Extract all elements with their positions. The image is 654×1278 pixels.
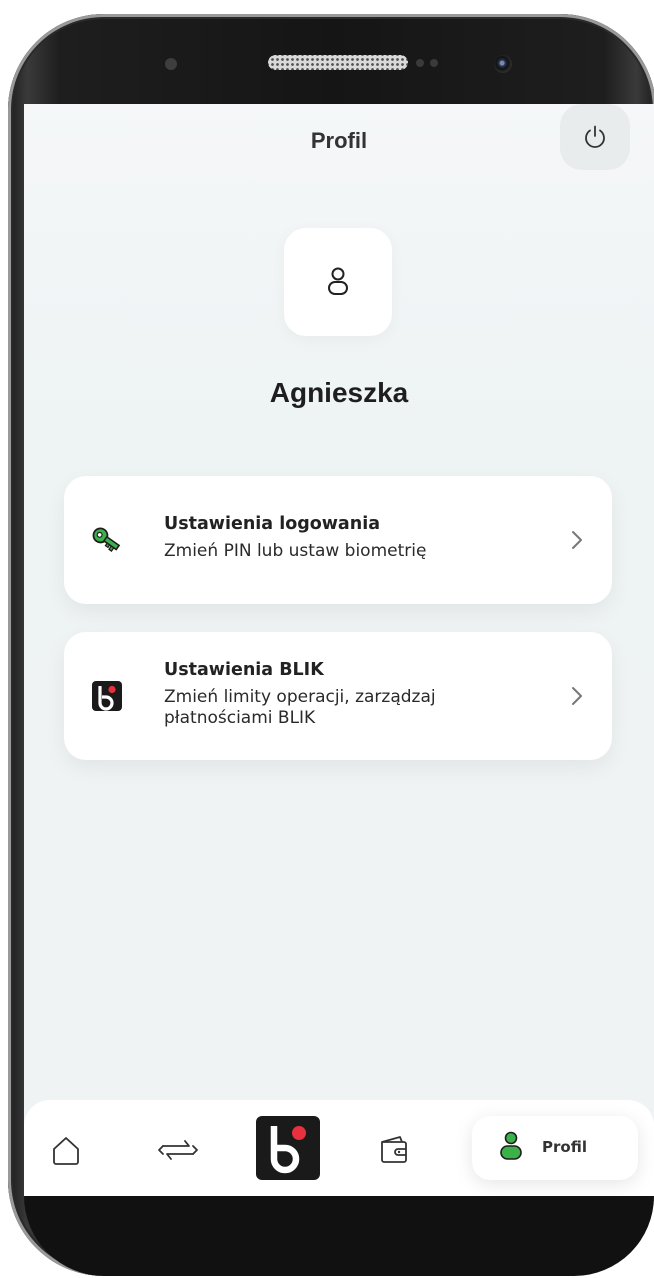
phone-bottom-bezel [24,1196,654,1276]
wallet-icon [381,1136,407,1163]
earpiece-speaker [268,55,408,70]
nav-profile-label: Profil [542,1138,587,1156]
blik-settings-card[interactable]: Ustawienia BLIK Zmień limity operacji, z… [64,632,612,760]
nav-wallet[interactable] [374,1130,414,1170]
login-settings-title: Ustawienia logowania [164,514,381,534]
blik-settings-title: Ustawienia BLIK [164,660,324,680]
avatar [284,228,392,336]
blik-icon [256,1116,320,1180]
logout-button[interactable] [560,104,630,170]
user-icon [328,267,348,295]
blik-logo-icon [92,681,122,711]
power-icon [585,125,605,148]
nav-home[interactable] [46,1130,86,1170]
chevron-right-icon [572,531,582,549]
user-name: Agnieszka [269,377,409,408]
chevron-right-icon [572,687,582,705]
transfer-icon [158,1140,198,1160]
sensor-dots [416,59,442,67]
login-settings-card[interactable]: Ustawienia logowania Zmień PIN lub ustaw… [64,476,612,604]
app-screen: Profil Agnieszka Ustawienia logowania Zm… [24,104,654,1196]
profile-icon [500,1131,522,1160]
nav-transfers[interactable] [154,1130,202,1170]
blik-settings-subtitle: Zmień limity operacji, zarządzaj płatnoś… [164,687,436,728]
login-settings-subtitle: Zmień PIN lub ustaw biometrię [164,541,427,561]
nav-profile[interactable]: Profil [472,1116,638,1180]
key-icon [92,527,121,552]
phone-top-bezel [0,0,654,104]
proximity-sensor [165,58,177,70]
home-icon [53,1137,79,1165]
bottom-navigation: Profil [24,1100,654,1196]
nav-blik[interactable] [254,1114,322,1182]
front-camera [494,55,512,73]
